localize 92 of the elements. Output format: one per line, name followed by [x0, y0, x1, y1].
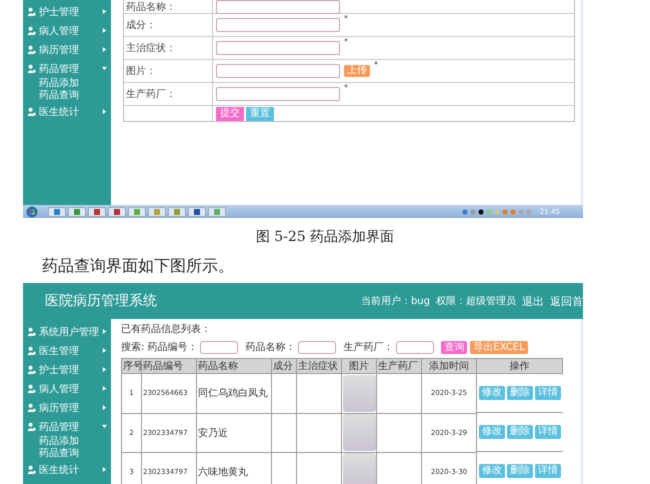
- nav-item[interactable]: 医生管理: [23, 341, 111, 360]
- field-label: 药品编号：: [147, 340, 198, 354]
- taskbar-app-icon[interactable]: [108, 206, 126, 216]
- submenu-item[interactable]: 药品添加: [23, 78, 79, 90]
- export-button[interactable]: 导出EXCEL: [470, 340, 528, 354]
- user-icon: [27, 465, 36, 474]
- user-icon: [27, 107, 36, 116]
- header-link[interactable]: 退出: [522, 294, 544, 308]
- column-header: 药品名称: [196, 358, 272, 374]
- column-header: 主治症状: [296, 358, 342, 374]
- nav-item[interactable]: 护士管理: [23, 360, 111, 379]
- app-title: 医院病历管理系统: [45, 292, 157, 310]
- action-button[interactable]: 删除: [506, 425, 533, 439]
- input-field[interactable]: [216, 18, 340, 32]
- column-header: 序号: [122, 358, 142, 374]
- current-user: 当前用户：bug: [360, 294, 430, 308]
- input-field[interactable]: [216, 41, 340, 55]
- field-label: 药品名称：: [124, 0, 213, 13]
- nav-item[interactable]: 病历管理: [23, 398, 111, 417]
- photo-placeholder: [342, 414, 376, 451]
- column-header: 药品编号: [142, 358, 196, 374]
- input-field[interactable]: [216, 64, 340, 78]
- user-icon: [27, 403, 36, 412]
- taskbar-app-icon[interactable]: [188, 206, 206, 216]
- table-cell: 同仁乌鸡白凤丸: [198, 388, 268, 400]
- column-header: 生产药厂: [376, 358, 422, 374]
- figure-caption: 图 5-25 药品添加界面: [256, 228, 394, 246]
- action-button[interactable]: 修改: [478, 464, 505, 478]
- required-mark: *: [344, 14, 348, 23]
- required-mark: *: [344, 83, 348, 92]
- user-icon: [27, 346, 36, 355]
- user-role: 权限：超级管理员: [436, 294, 516, 308]
- input-field[interactable]: [216, 0, 340, 14]
- search-button[interactable]: 查询: [441, 340, 468, 354]
- column-header: 成分: [272, 358, 296, 374]
- nav-item[interactable]: 医生统计: [23, 460, 111, 479]
- column-header: 图片: [342, 358, 376, 374]
- user-icon: [27, 7, 36, 16]
- input-field[interactable]: [216, 87, 340, 101]
- submenu-item[interactable]: 药品添加: [23, 436, 79, 448]
- nav-item[interactable]: 药品管理: [23, 417, 111, 436]
- search-field[interactable]: [200, 340, 238, 354]
- field-label: 图片：: [124, 60, 213, 82]
- search-field[interactable]: [298, 340, 336, 354]
- user-icon: [27, 45, 36, 54]
- user-icon: [27, 384, 36, 393]
- user-icon: [27, 64, 36, 73]
- submenu-item[interactable]: 药品查询: [23, 448, 79, 460]
- action-button[interactable]: 详情: [534, 464, 561, 478]
- paragraph: 药品查询界面如下图所示。: [42, 256, 234, 277]
- nav-item[interactable]: 医生统计: [23, 102, 111, 121]
- action-button[interactable]: 详情: [534, 425, 561, 439]
- action-button[interactable]: 删除: [506, 386, 533, 400]
- nav-item[interactable]: 病人管理: [23, 21, 111, 40]
- user-icon: [27, 365, 36, 374]
- taskbar-app-icon[interactable]: [48, 206, 66, 216]
- action-button[interactable]: 删除: [506, 464, 533, 478]
- nav-item[interactable]: 药品管理: [23, 59, 111, 78]
- submenu-item[interactable]: 药品查询: [23, 90, 79, 102]
- nav-item[interactable]: 病人管理: [23, 379, 111, 398]
- user-icon: [27, 327, 36, 336]
- nav-item[interactable]: 系统用户管理: [23, 322, 111, 341]
- taskbar-app-icon[interactable]: [88, 206, 106, 216]
- action-button[interactable]: 修改: [478, 386, 505, 400]
- column-header: 操作: [476, 358, 562, 374]
- field-label: 药品名称：: [245, 340, 296, 354]
- required-mark: *: [374, 60, 378, 69]
- field-label: 生产药厂：: [124, 83, 213, 105]
- upload-button[interactable]: 上传: [344, 65, 370, 77]
- header-link[interactable]: 返回首: [550, 294, 583, 308]
- search-label: 搜索:: [121, 340, 144, 354]
- field-label: 成分：: [124, 14, 213, 36]
- nav-item[interactable]: 护士管理: [23, 2, 111, 21]
- list-title: 已有药品信息列表：: [121, 322, 211, 336]
- start-button[interactable]: [26, 206, 38, 218]
- user-icon: [27, 26, 36, 35]
- table-cell: 六味地黄丸: [198, 466, 248, 478]
- taskbar-app-icon[interactable]: [68, 206, 86, 216]
- field-label: 生产药厂：: [343, 340, 394, 354]
- photo-placeholder: [342, 453, 376, 484]
- table-cell: 安乃近: [198, 428, 228, 438]
- reset-button[interactable]: 重置: [246, 106, 274, 120]
- column-header: 添加时间: [422, 358, 476, 374]
- user-icon: [27, 422, 36, 431]
- field-label: 主治症状：: [124, 37, 213, 59]
- submit-button[interactable]: 提交: [216, 106, 244, 120]
- action-button[interactable]: 详情: [534, 386, 561, 400]
- required-mark: *: [344, 37, 348, 46]
- nav-item[interactable]: 病历管理: [23, 40, 111, 59]
- search-field[interactable]: [396, 340, 434, 354]
- photo-placeholder: [342, 374, 376, 412]
- action-button[interactable]: 修改: [478, 425, 505, 439]
